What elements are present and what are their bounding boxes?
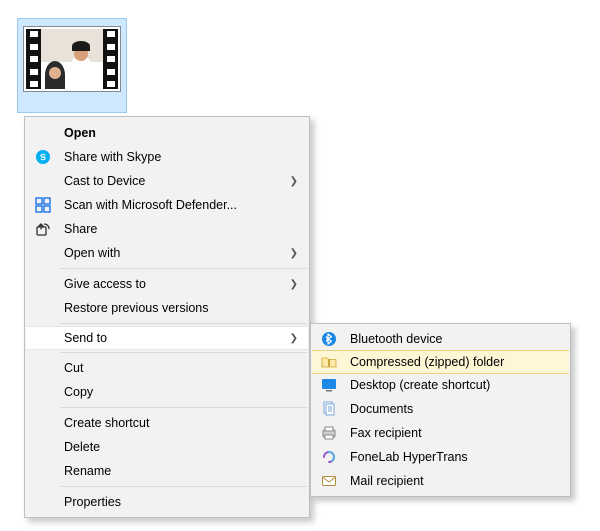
chevron-right-icon: ❯: [290, 279, 298, 290]
menu-restore-label: Restore previous versions: [54, 301, 298, 315]
submenu-fonelab[interactable]: FoneLab HyperTrans: [312, 445, 569, 469]
menu-open[interactable]: Open: [26, 120, 308, 145]
menu-cut[interactable]: Cut: [26, 356, 308, 380]
menu-properties-label: Properties: [54, 495, 298, 509]
separator: [60, 407, 307, 408]
menu-share-skype-label: Share with Skype: [54, 150, 298, 164]
context-menu: Open Share with Skype Cast to Device ❯ S…: [24, 116, 310, 518]
menu-rename[interactable]: Rename: [26, 459, 308, 483]
menu-give-access[interactable]: Give access to ❯: [26, 272, 308, 296]
menu-properties[interactable]: Properties: [26, 490, 308, 514]
submenu-fax[interactable]: Fax recipient: [312, 421, 569, 445]
menu-delete[interactable]: Delete: [26, 435, 308, 459]
desktop-icon: [318, 377, 340, 393]
menu-give-access-label: Give access to: [54, 277, 284, 291]
submenu-documents[interactable]: Documents: [312, 397, 569, 421]
mail-icon: [318, 473, 340, 489]
menu-open-with[interactable]: Open with ❯: [26, 241, 308, 265]
submenu-bluetooth[interactable]: Bluetooth device: [312, 327, 569, 351]
submenu-desktop[interactable]: Desktop (create shortcut): [312, 373, 569, 397]
menu-delete-label: Delete: [54, 440, 298, 454]
share-icon: [32, 221, 54, 237]
documents-icon: [318, 401, 340, 417]
menu-open-with-label: Open with: [54, 246, 284, 260]
submenu-documents-label: Documents: [340, 402, 559, 416]
submenu-bluetooth-label: Bluetooth device: [340, 332, 559, 346]
defender-icon: [32, 197, 54, 213]
chevron-right-icon: ❯: [290, 333, 298, 344]
menu-cast-label: Cast to Device: [54, 174, 284, 188]
send-to-submenu: Bluetooth device Compressed (zipped) fol…: [310, 323, 571, 497]
menu-create-shortcut[interactable]: Create shortcut: [26, 411, 308, 435]
menu-defender-label: Scan with Microsoft Defender...: [54, 198, 298, 212]
separator: [60, 352, 307, 353]
menu-restore[interactable]: Restore previous versions: [26, 296, 308, 320]
chevron-right-icon: ❯: [290, 176, 298, 187]
skype-icon: [32, 149, 54, 165]
menu-cut-label: Cut: [54, 361, 298, 375]
submenu-compressed-label: Compressed (zipped) folder: [340, 355, 559, 369]
menu-send-to-label: Send to: [54, 331, 284, 345]
submenu-desktop-label: Desktop (create shortcut): [340, 378, 559, 392]
submenu-mail[interactable]: Mail recipient: [312, 469, 569, 493]
menu-open-label: Open: [54, 126, 298, 140]
menu-rename-label: Rename: [54, 464, 298, 478]
zip-folder-icon: [318, 354, 340, 370]
menu-cast[interactable]: Cast to Device ❯: [26, 169, 308, 193]
fonelab-icon: [318, 449, 340, 465]
submenu-fax-label: Fax recipient: [340, 426, 559, 440]
separator: [60, 486, 307, 487]
submenu-fonelab-label: FoneLab HyperTrans: [340, 450, 559, 464]
menu-share-skype[interactable]: Share with Skype: [26, 145, 308, 169]
separator: [60, 268, 307, 269]
menu-share[interactable]: Share: [26, 217, 308, 241]
menu-defender[interactable]: Scan with Microsoft Defender...: [26, 193, 308, 217]
menu-create-shortcut-label: Create shortcut: [54, 416, 298, 430]
selected-video-file[interactable]: [17, 18, 127, 113]
chevron-right-icon: ❯: [290, 248, 298, 259]
fax-icon: [318, 425, 340, 441]
menu-send-to[interactable]: Send to ❯: [26, 326, 308, 350]
submenu-mail-label: Mail recipient: [340, 474, 559, 488]
separator: [60, 323, 307, 324]
menu-copy[interactable]: Copy: [26, 380, 308, 404]
menu-copy-label: Copy: [54, 385, 298, 399]
bluetooth-icon: [318, 331, 340, 347]
video-thumbnail: [24, 27, 120, 91]
menu-share-label: Share: [54, 222, 298, 236]
submenu-compressed[interactable]: Compressed (zipped) folder: [312, 350, 569, 374]
